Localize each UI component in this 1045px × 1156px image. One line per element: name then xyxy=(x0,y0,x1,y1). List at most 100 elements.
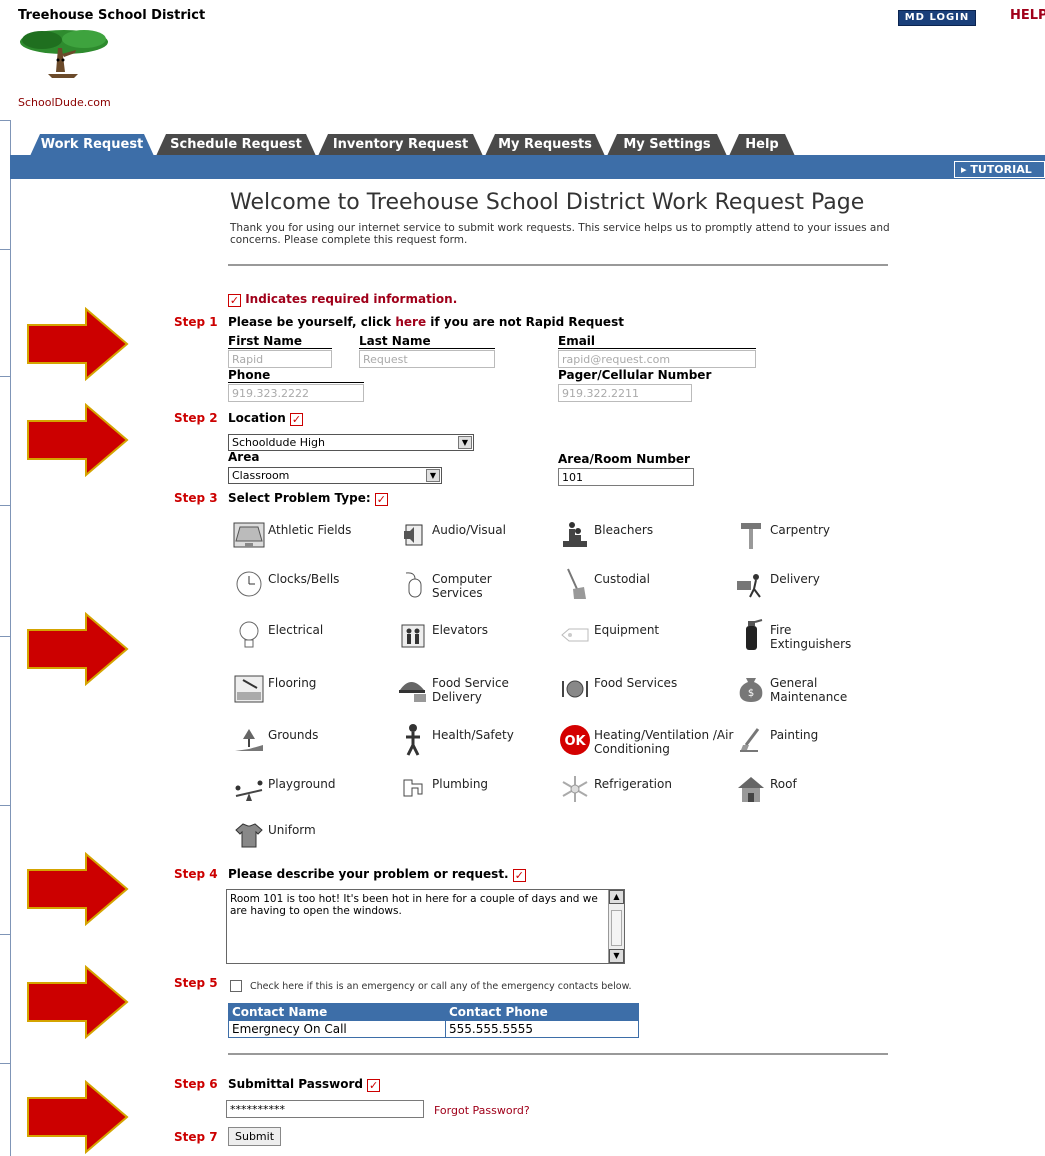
chevron-down-icon[interactable]: ▼ xyxy=(426,469,440,482)
pager-field[interactable] xyxy=(558,384,692,402)
problem-type-flooring[interactable]: Flooring xyxy=(232,673,316,703)
step5-label: Step 5 xyxy=(174,976,218,990)
problem-type-painting[interactable]: Painting xyxy=(734,725,818,755)
problem-type-label: Select Problem Type: ✓ xyxy=(228,491,388,506)
problem-type-general-maintenance[interactable]: $ General Maintenance xyxy=(734,673,860,704)
problem-type-clocks-bells[interactable]: Clocks/Bells xyxy=(232,569,339,599)
schooldude-link[interactable]: SchoolDude.com xyxy=(18,96,111,109)
tree-logo-icon xyxy=(20,30,108,78)
problem-type-elevators[interactable]: Elevators xyxy=(396,620,488,650)
last-name-label: Last Name xyxy=(359,335,495,349)
tutorial-button[interactable]: ▸ TUTORIAL xyxy=(954,161,1045,178)
roof-icon xyxy=(738,777,764,802)
problem-type-fire-extinguishers[interactable]: Fire Extinguishers xyxy=(734,619,860,651)
password-field[interactable] xyxy=(226,1100,424,1118)
problem-type-food-service-delivery[interactable]: Food Service Delivery xyxy=(396,673,524,704)
problem-type-delivery[interactable]: Delivery xyxy=(734,569,820,599)
not-me-link[interactable]: here xyxy=(395,315,426,329)
problem-type-athletic-fields[interactable]: Athletic Fields xyxy=(232,520,351,550)
left-tick xyxy=(0,1063,10,1064)
problem-type-roof[interactable]: Roof xyxy=(734,774,797,804)
problem-type-hvac[interactable]: OK Heating/Ventilation /Air Conditioning xyxy=(558,725,734,756)
left-tick xyxy=(0,249,10,250)
textarea-scrollbar[interactable]: ▲ ▼ xyxy=(608,890,624,963)
required-note: ✓ Indicates required information. xyxy=(228,292,458,307)
problem-type-bleachers[interactable]: Bleachers xyxy=(558,520,653,550)
problem-type-uniform[interactable]: Uniform xyxy=(232,820,316,850)
tag-icon xyxy=(561,628,589,642)
left-tick xyxy=(0,505,10,506)
person-icon xyxy=(406,724,420,756)
step7-label: Step 7 xyxy=(174,1130,218,1144)
problem-type-refrigeration[interactable]: Refrigeration xyxy=(558,774,672,804)
contact-name-cell: Emergnecy On Call xyxy=(228,1020,446,1038)
problem-type-computer-services[interactable]: Computer Services xyxy=(396,569,518,600)
left-border xyxy=(10,120,11,1156)
contact-name-header: Contact Name xyxy=(228,1003,446,1021)
description-textarea[interactable]: Room 101 is too hot! It's been hot in he… xyxy=(226,889,625,964)
step1-label: Step 1 xyxy=(174,315,218,329)
scroll-thumb[interactable] xyxy=(611,910,622,946)
left-tick xyxy=(0,120,10,121)
room-number-field[interactable] xyxy=(558,468,694,486)
problem-type-carpentry[interactable]: Carpentry xyxy=(734,520,830,550)
password-label: Submittal Password ✓ xyxy=(228,1077,381,1092)
tab-help[interactable]: Help xyxy=(729,134,795,156)
hammer-icon xyxy=(741,523,761,549)
required-check-icon: ✓ xyxy=(289,413,303,426)
arrow-step5-icon xyxy=(27,965,129,1039)
room-number-label: Area/Room Number xyxy=(558,452,690,466)
tab-work-request[interactable]: Work Request xyxy=(30,134,154,156)
tab-schedule-request[interactable]: Schedule Request xyxy=(156,134,316,156)
problem-type-grounds[interactable]: Grounds xyxy=(232,725,318,755)
step2-label: Step 2 xyxy=(174,411,218,425)
email-field[interactable] xyxy=(558,350,756,368)
step4-label: Step 4 xyxy=(174,867,218,881)
emergency-contacts-table: Contact Name Contact Phone Emergnecy On … xyxy=(228,1003,639,1038)
area-label: Area xyxy=(228,450,260,464)
problem-type-audio-visual[interactable]: Audio/Visual xyxy=(396,520,506,550)
problem-type-food-services[interactable]: Food Services xyxy=(558,673,677,703)
problem-type-equipment[interactable]: Equipment xyxy=(558,620,659,650)
clock-icon xyxy=(236,571,262,597)
field-icon xyxy=(233,522,265,548)
phone-field[interactable] xyxy=(228,384,364,402)
arrow-step2-icon xyxy=(27,403,129,477)
first-name-label: First Name xyxy=(228,335,332,349)
md-login-button[interactable]: MD LOGIN xyxy=(898,10,976,26)
divider xyxy=(228,1053,888,1055)
area-select[interactable]: Classroom ▼ xyxy=(228,467,442,484)
elevator-icon xyxy=(401,624,425,648)
step6-label: Step 6 xyxy=(174,1077,218,1091)
contact-phone-header: Contact Phone xyxy=(445,1003,639,1021)
tab-inventory-request[interactable]: Inventory Request xyxy=(318,134,483,156)
required-check-icon: ✓ xyxy=(512,869,526,882)
email-label: Email xyxy=(558,335,756,349)
required-check-icon: ✓ xyxy=(228,294,241,307)
problem-type-custodial[interactable]: Custodial xyxy=(558,568,650,599)
contact-phone-cell: 555.555.5555 xyxy=(445,1020,639,1038)
chevron-down-icon[interactable]: ▼ xyxy=(458,436,472,449)
tab-my-requests[interactable]: My Requests xyxy=(485,134,605,156)
scroll-up-icon[interactable]: ▲ xyxy=(609,890,624,904)
left-tick xyxy=(0,934,10,935)
forgot-password-link[interactable]: Forgot Password? xyxy=(434,1104,530,1117)
scroll-down-icon[interactable]: ▼ xyxy=(609,949,624,963)
intro-text: Thank you for using our internet service… xyxy=(230,222,890,246)
problem-type-playground[interactable]: Playground xyxy=(232,774,335,804)
left-tick xyxy=(0,636,10,637)
tab-my-settings[interactable]: My Settings xyxy=(607,134,727,156)
problem-type-plumbing[interactable]: Plumbing xyxy=(396,774,488,804)
emergency-checkbox[interactable] xyxy=(230,980,242,992)
help-link[interactable]: HELP xyxy=(1010,8,1045,23)
problem-type-electrical[interactable]: Electrical xyxy=(232,620,323,650)
food-delivery-icon xyxy=(399,682,426,702)
step3-label: Step 3 xyxy=(174,491,218,505)
first-name-field[interactable] xyxy=(228,350,332,368)
nav-bar xyxy=(10,155,1045,179)
last-name-field[interactable] xyxy=(359,350,495,368)
problem-type-health-safety[interactable]: Health/Safety xyxy=(396,724,514,756)
location-select[interactable]: Schooldude High ▼ xyxy=(228,434,474,451)
moneybag-icon: $ xyxy=(739,678,763,702)
submit-button[interactable]: Submit xyxy=(228,1127,282,1146)
